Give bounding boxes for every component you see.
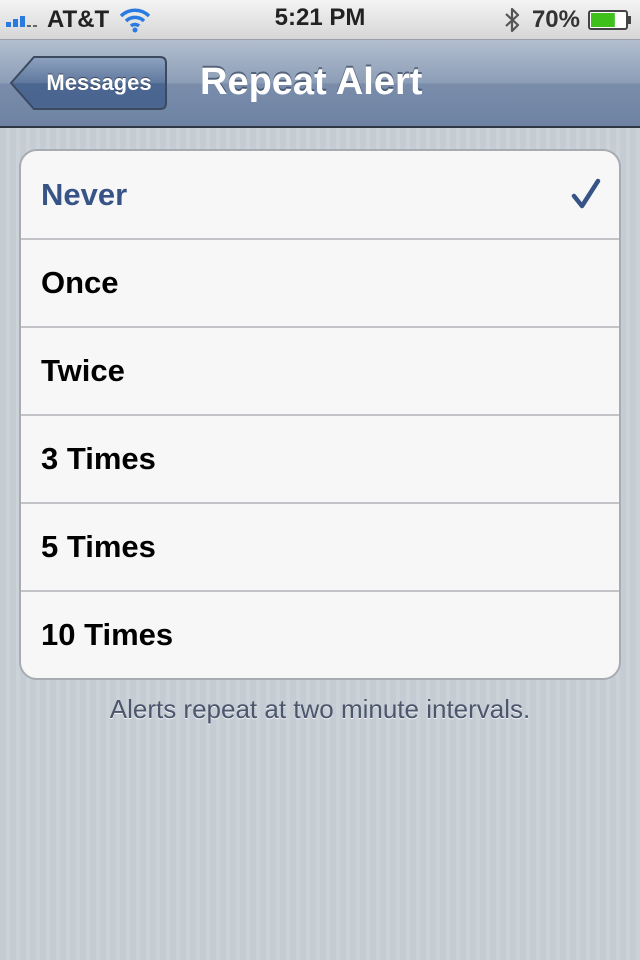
status-right: 70% (504, 4, 632, 36)
option-5-times[interactable]: 5 Times (21, 502, 619, 590)
option-label: Never (41, 176, 128, 212)
option-label: Twice (41, 353, 125, 388)
page-title: Repeat Alert (200, 61, 423, 103)
repeat-options-list: Never Once Twice 3 Times 5 Times 10 Time… (19, 149, 621, 680)
bluetooth-icon (505, 7, 520, 33)
battery-percent: 70% (531, 6, 580, 33)
battery-icon (588, 10, 631, 30)
navigation-bar: Messages Repeat Alert (0, 40, 640, 128)
checkmark-icon (571, 178, 601, 209)
option-label: 3 Times (41, 441, 156, 476)
option-never[interactable]: Never (21, 151, 619, 238)
status-bar: AT&T 5:21 PM 70% (0, 0, 640, 40)
option-label: Once (41, 265, 119, 300)
option-10-times[interactable]: 10 Times (21, 590, 619, 678)
option-label: 5 Times (41, 529, 156, 564)
back-button[interactable]: Messages (10, 55, 168, 111)
back-button-label: Messages (46, 70, 152, 95)
option-twice[interactable]: Twice (21, 326, 619, 414)
option-3-times[interactable]: 3 Times (21, 414, 619, 502)
option-label: 10 Times (41, 617, 174, 652)
footer-note: Alerts repeat at two minute intervals. (109, 694, 531, 724)
option-once[interactable]: Once (21, 238, 619, 326)
